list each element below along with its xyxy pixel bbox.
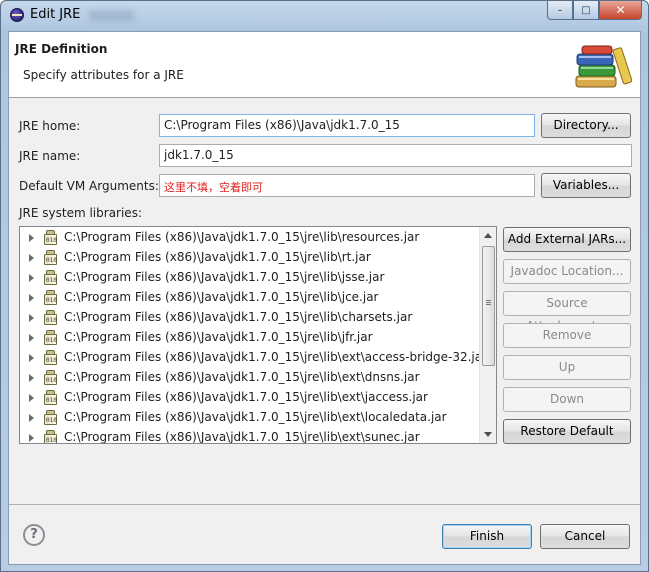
minimize-button[interactable]: –	[547, 1, 573, 20]
jar-file-icon: 010	[43, 250, 59, 266]
library-row[interactable]: 010 C:\Program Files (x86)\Java\jdk1.7.0_…	[20, 348, 487, 368]
jre-name-label: JRE name:	[19, 149, 81, 163]
expand-arrow-icon[interactable]	[29, 374, 34, 382]
library-row[interactable]: 010 C:\Program Files (x86)\Java\jdk1.7.0_…	[20, 288, 478, 308]
remove-button[interactable]: Remove	[503, 323, 631, 348]
library-path: C:\Program Files (x86)\Java\jdk1.7.0_15\…	[64, 430, 420, 444]
jre-home-input[interactable]: C:\Program Files (x86)\Java\jdk1.7.0_15	[159, 114, 535, 137]
up-button[interactable]: Up	[503, 355, 631, 380]
restore-default-button[interactable]: Restore Default	[503, 419, 631, 444]
library-path: C:\Program Files (x86)\Java\jdk1.7.0_15\…	[64, 250, 371, 264]
edit-jre-dialog: Edit JRE – □ ✕ JRE Definition Specify at…	[0, 0, 649, 572]
vm-args-label: Default VM Arguments:	[19, 179, 159, 193]
library-path: C:\Program Files (x86)\Java\jdk1.7.0_15\…	[64, 270, 385, 284]
jar-file-icon: 010	[43, 230, 59, 246]
javadoc-location-button[interactable]: Javadoc Location...	[503, 259, 631, 284]
library-path: C:\Program Files (x86)\Java\jdk1.7.0_15\…	[64, 370, 420, 384]
add-external-jars-button[interactable]: Add External JARs...	[503, 227, 631, 252]
expand-arrow-icon[interactable]	[29, 254, 34, 262]
expand-arrow-icon[interactable]	[29, 314, 34, 322]
cancel-button[interactable]: Cancel	[540, 524, 630, 549]
window-title: Edit JRE	[30, 7, 81, 22]
library-path: C:\Program Files (x86)\Java\jdk1.7.0_15\…	[64, 310, 413, 324]
library-path: C:\Program Files (x86)\Java\jdk1.7.0_15\…	[64, 230, 420, 244]
close-button[interactable]: ✕	[599, 1, 642, 20]
jre-name-input[interactable]: jdk1.7.0_15	[159, 144, 632, 167]
down-button[interactable]: Down	[503, 387, 631, 412]
expand-arrow-icon[interactable]	[29, 274, 34, 282]
header-title: JRE Definition	[15, 42, 108, 56]
help-icon[interactable]: ?	[23, 524, 45, 546]
library-row[interactable]: 010 C:\Program Files (x86)\Java\jdk1.7.0_…	[20, 328, 478, 348]
expand-arrow-icon[interactable]	[29, 334, 34, 342]
jar-file-icon: 010	[43, 390, 59, 406]
dialog-header: JRE Definition Specify attributes for a …	[9, 32, 640, 98]
title-bar[interactable]: Edit JRE – □ ✕	[1, 1, 648, 29]
footer-separator	[9, 504, 640, 505]
vertical-scrollbar[interactable]	[479, 227, 496, 443]
jre-home-label: JRE home:	[19, 119, 81, 133]
scroll-down-arrow-icon[interactable]	[484, 432, 492, 437]
vm-args-input[interactable]: 这里不填，空着即可	[159, 174, 535, 197]
jar-file-icon: 010	[43, 330, 59, 346]
maximize-button[interactable]: □	[573, 1, 599, 20]
library-path: C:\Program Files (x86)\Java\jdk1.7.0_15\…	[64, 410, 447, 424]
expand-arrow-icon[interactable]	[29, 354, 34, 362]
expand-arrow-icon[interactable]	[29, 394, 34, 402]
variables-button[interactable]: Variables...	[541, 173, 631, 198]
jar-file-icon: 010	[43, 350, 59, 366]
scroll-thumb[interactable]	[482, 246, 495, 366]
header-description: Specify attributes for a JRE	[23, 68, 184, 82]
jar-file-icon: 010	[43, 270, 59, 286]
finish-button[interactable]: Finish	[442, 524, 532, 549]
eclipse-icon	[10, 8, 24, 22]
jar-file-icon: 010	[43, 310, 59, 326]
jar-file-icon: 010	[43, 430, 59, 443]
libraries-tree[interactable]: 010 C:\Program Files (x86)\Java\jdk1.7.0_…	[19, 226, 497, 444]
library-row[interactable]: 010 C:\Program Files (x86)\Java\jdk1.7.0_…	[20, 308, 478, 328]
library-books-icon	[575, 45, 632, 88]
library-row[interactable]: 010 C:\Program Files (x86)\Java\jdk1.7.0_…	[20, 228, 478, 248]
libraries-label: JRE system libraries:	[19, 206, 142, 220]
expand-arrow-icon[interactable]	[29, 434, 34, 442]
library-path: C:\Program Files (x86)\Java\jdk1.7.0_15\…	[64, 290, 379, 304]
expand-arrow-icon[interactable]	[29, 234, 34, 242]
library-row[interactable]: 010 C:\Program Files (x86)\Java\jdk1.7.0_…	[20, 428, 478, 444]
dialog-content: JRE Definition Specify attributes for a …	[8, 31, 641, 565]
scroll-up-arrow-icon[interactable]	[484, 233, 492, 238]
blurred-title-area	[89, 10, 134, 21]
jar-file-icon: 010	[43, 290, 59, 306]
library-row[interactable]: 010 C:\Program Files (x86)\Java\jdk1.7.0_…	[20, 268, 478, 288]
library-row[interactable]: 010 C:\Program Files (x86)\Java\jdk1.7.0_…	[20, 388, 478, 408]
jar-file-icon: 010	[43, 370, 59, 386]
source-attachment-button[interactable]: Source Attachment...	[503, 291, 631, 333]
directory-button[interactable]: Directory...	[541, 113, 631, 138]
expand-arrow-icon[interactable]	[29, 294, 34, 302]
library-row[interactable]: 010 C:\Program Files (x86)\Java\jdk1.7.0_…	[20, 408, 478, 428]
library-row[interactable]: 010 C:\Program Files (x86)\Java\jdk1.7.0_…	[20, 248, 478, 268]
library-path: C:\Program Files (x86)\Java\jdk1.7.0_15\…	[64, 350, 488, 364]
expand-arrow-icon[interactable]	[29, 414, 34, 422]
library-row[interactable]: 010 C:\Program Files (x86)\Java\jdk1.7.0_…	[20, 368, 478, 388]
library-path: C:\Program Files (x86)\Java\jdk1.7.0_15\…	[64, 390, 428, 404]
jar-file-icon: 010	[43, 410, 59, 426]
library-path: C:\Program Files (x86)\Java\jdk1.7.0_15\…	[64, 330, 373, 344]
